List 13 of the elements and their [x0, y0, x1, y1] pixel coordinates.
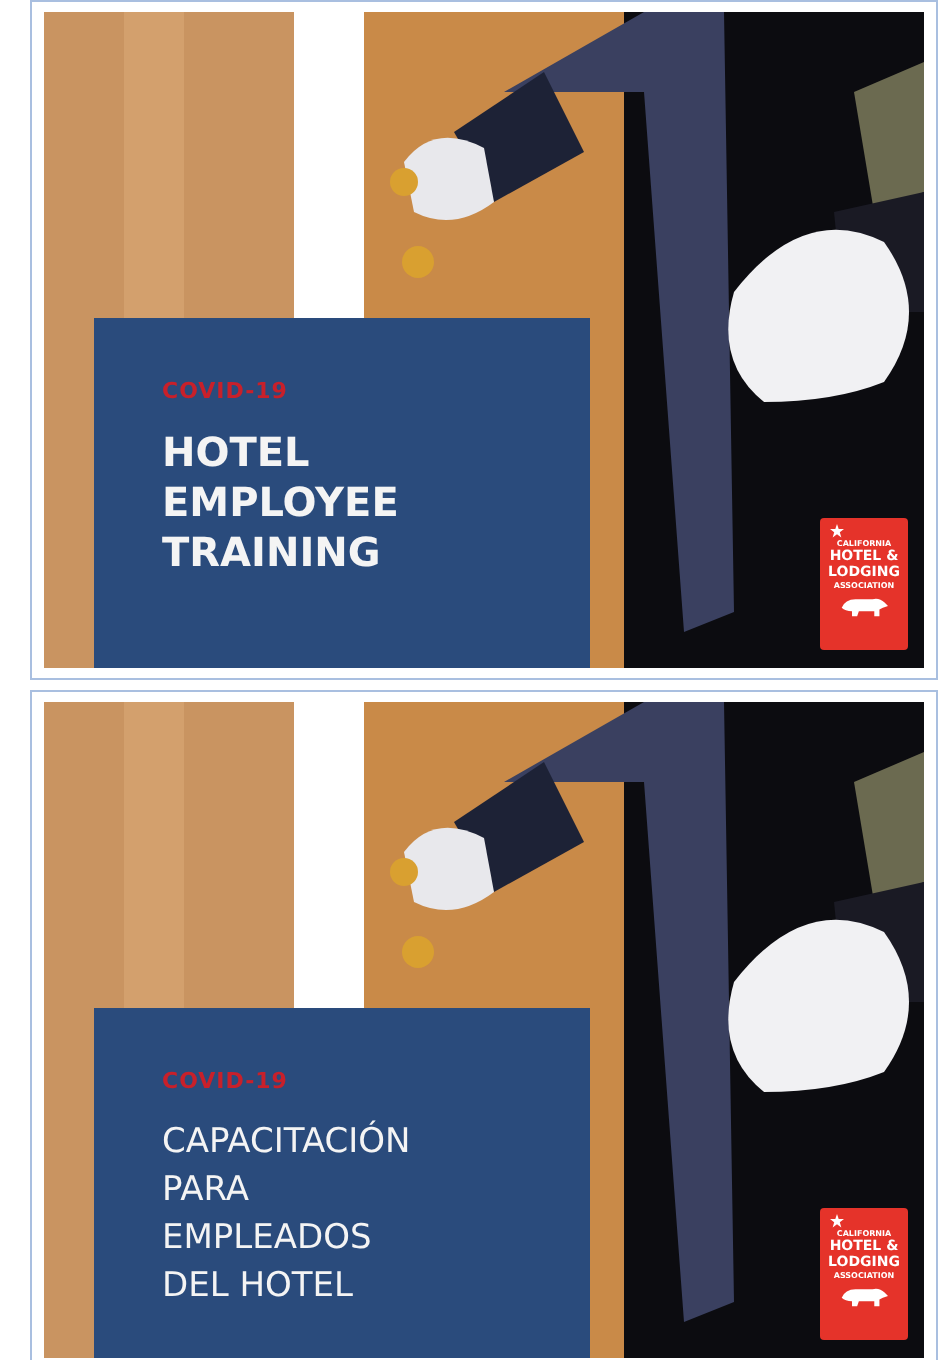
cover-title: HOTEL [162, 428, 312, 478]
bear-icon [838, 594, 890, 618]
cover-title: PARA [162, 1168, 252, 1214]
kicker-text: COVID-19 [162, 378, 290, 404]
cover-title: TRAINING [162, 528, 383, 578]
star-icon [830, 1214, 844, 1228]
cover-title: EMPLEADOS [162, 1216, 374, 1262]
kicker-text: COVID-19 [162, 1068, 290, 1094]
cover-title: CAPACITACIÓN [162, 1118, 413, 1166]
cover-title: DEL HOTEL [162, 1264, 355, 1310]
bear-icon [838, 1284, 890, 1308]
cover-title: EMPLOYEE [162, 478, 401, 528]
star-icon [830, 524, 844, 538]
